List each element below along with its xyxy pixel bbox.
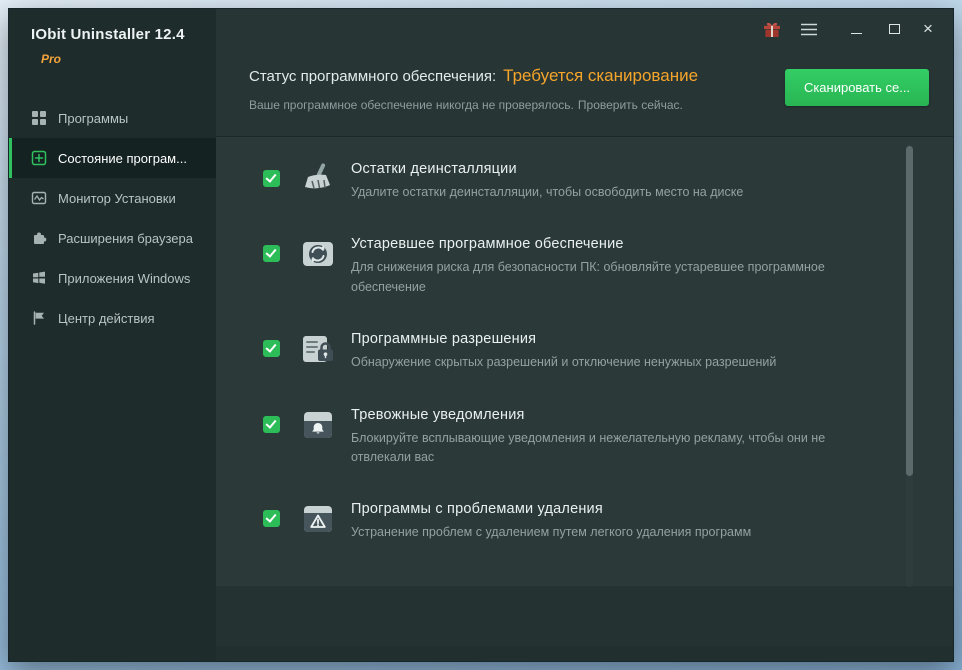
- sidebar-item-install-monitor[interactable]: Монитор Установки: [9, 178, 216, 218]
- item-title: Программные разрешения: [351, 331, 537, 348]
- sidebar-item-label: Приложения Windows: [58, 270, 191, 286]
- item-description: Удалите остатки деинсталляции, чтобы осв…: [351, 185, 744, 199]
- sidebar-item-label: Монитор Установки: [58, 190, 176, 206]
- alarming-notifications-bell-icon: [300, 407, 336, 443]
- browser-extensions-puzzle-icon: [31, 230, 47, 246]
- sidebar-item-browser-extensions[interactable]: Расширения браузера: [9, 218, 216, 258]
- action-center-flag-icon: [31, 310, 47, 326]
- bottom-band: [216, 646, 953, 661]
- list-item-uninstall-problems: Программы с проблемами удаления Устранен…: [216, 501, 893, 542]
- gift-icon[interactable]: [763, 21, 781, 38]
- health-plus-icon: [31, 150, 47, 166]
- list-item-alarming-notifications: Тревожные уведомления Блокируйте всплыва…: [216, 407, 893, 468]
- sidebar-header: IObit Uninstaller 12.4 Pro: [9, 9, 216, 66]
- minimize-icon[interactable]: [847, 20, 865, 38]
- maximize-icon[interactable]: [885, 20, 903, 38]
- checkbox-software-permissions[interactable]: [263, 340, 280, 358]
- sidebar-item-label: Центр действия: [58, 310, 155, 326]
- scan-options-list: Остатки деинсталляции Удалите остатки де…: [216, 161, 893, 577]
- checkbox-alarming-notifications[interactable]: [263, 415, 280, 433]
- checkbox-uninstall-problems[interactable]: [263, 510, 280, 528]
- windows-apps-icon: [31, 270, 47, 286]
- list-item-outdated-software: Устаревшее программное обеспечение Для с…: [216, 236, 893, 297]
- install-monitor-icon: [31, 190, 47, 206]
- status-label: Статус программного обеспечения:: [249, 68, 497, 85]
- item-description: Устранение проблем с удалением путем лег…: [351, 525, 752, 540]
- app-title: IObit Uninstaller 12.4: [31, 26, 185, 43]
- sidebar-item-action-center[interactable]: Центр действия: [9, 298, 216, 338]
- apps-grid-icon: [31, 110, 47, 126]
- sidebar: IObit Uninstaller 12.4 Pro Программы Сос…: [9, 9, 216, 661]
- sidebar-item-software-health[interactable]: Состояние програм...: [9, 138, 216, 178]
- item-title: Тревожные уведомления: [351, 406, 525, 423]
- item-description: Для снижения риска для безопасности ПК: …: [351, 260, 825, 294]
- checkbox-outdated-software[interactable]: [263, 245, 280, 263]
- outdated-software-globe-icon: [300, 236, 336, 272]
- software-status-heading: Статус программного обеспечения: Требуетс…: [249, 66, 698, 86]
- footer-band: [216, 586, 953, 646]
- scan-now-button[interactable]: Сканировать се...: [785, 69, 929, 106]
- checkbox-uninstall-leftovers[interactable]: [263, 170, 280, 187]
- close-icon[interactable]: ×: [919, 20, 937, 38]
- sidebar-item-label: Программы: [58, 110, 129, 126]
- uninstall-leftovers-broom-icon: [300, 161, 336, 197]
- scrollbar-thumb[interactable]: [906, 146, 913, 476]
- uninstall-problems-warning-icon: [300, 501, 336, 537]
- titlebar-controls: ×: [763, 20, 937, 38]
- sidebar-item-label: Состояние програм...: [58, 150, 187, 166]
- main-panel: × Статус программного обеспечения: Требуе…: [216, 9, 953, 661]
- item-description: Обнаружение скрытых разрешений и отключе…: [351, 355, 777, 370]
- list-item-software-permissions: Программные разрешения Обнаружение скрыт…: [216, 331, 893, 372]
- check-now-link[interactable]: Проверить сейчас.: [578, 98, 683, 112]
- software-permissions-lock-icon: [300, 331, 336, 367]
- item-description: Блокируйте всплывающие уведомления и неж…: [351, 430, 826, 464]
- app-window: IObit Uninstaller 12.4 Pro Программы Сос…: [8, 8, 954, 662]
- software-status-subtitle: Ваше программное обеспечение никогда не …: [249, 98, 683, 112]
- item-title: Остатки деинсталляции: [351, 161, 517, 177]
- status-value: Требуется сканирование: [503, 66, 699, 85]
- item-title: Устаревшее программное обеспечение: [351, 236, 624, 253]
- sidebar-menu: Программы Состояние програм... Монитор У…: [9, 98, 216, 338]
- sidebar-item-label: Расширения браузера: [58, 230, 193, 246]
- sidebar-item-windows-apps[interactable]: Приложения Windows: [9, 258, 216, 298]
- list-item-uninstall-leftovers: Остатки деинсталляции Удалите остатки де…: [216, 161, 893, 202]
- sidebar-item-programs[interactable]: Программы: [9, 98, 216, 138]
- subtitle-text: Ваше программное обеспечение никогда не …: [249, 98, 574, 112]
- item-title: Программы с проблемами удаления: [351, 501, 603, 518]
- pro-badge: Pro: [41, 52, 62, 66]
- menu-icon[interactable]: [801, 23, 817, 36]
- scrollbar-track[interactable]: [906, 144, 913, 587]
